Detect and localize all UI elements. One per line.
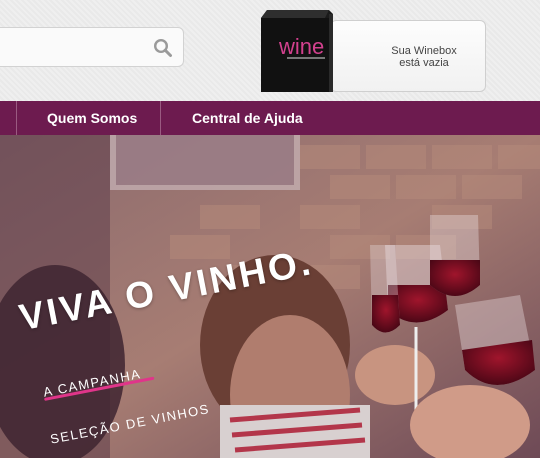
winebox-status-line2: está vazia (399, 57, 449, 69)
nav-item-central-de-ajuda[interactable]: Central de Ajuda (192, 101, 303, 135)
nav-divider (160, 101, 161, 135)
nav-divider (16, 101, 17, 135)
search-input[interactable] (5, 37, 135, 59)
search-box[interactable] (0, 27, 184, 67)
search-icon[interactable] (153, 38, 173, 58)
winebox-status-line1: Sua Winebox (391, 45, 457, 57)
wine-logo-text: wine (278, 34, 324, 59)
nav-item-quem-somos[interactable]: Quem Somos (47, 101, 137, 135)
main-nav: Quem Somos Central de Ajuda (0, 101, 540, 135)
winebox-box-icon[interactable]: wine (259, 8, 333, 92)
winebox-status: Sua Winebox está vazia (361, 45, 487, 69)
winebox-cart-button[interactable]: Sua Winebox está vazia (330, 20, 486, 92)
